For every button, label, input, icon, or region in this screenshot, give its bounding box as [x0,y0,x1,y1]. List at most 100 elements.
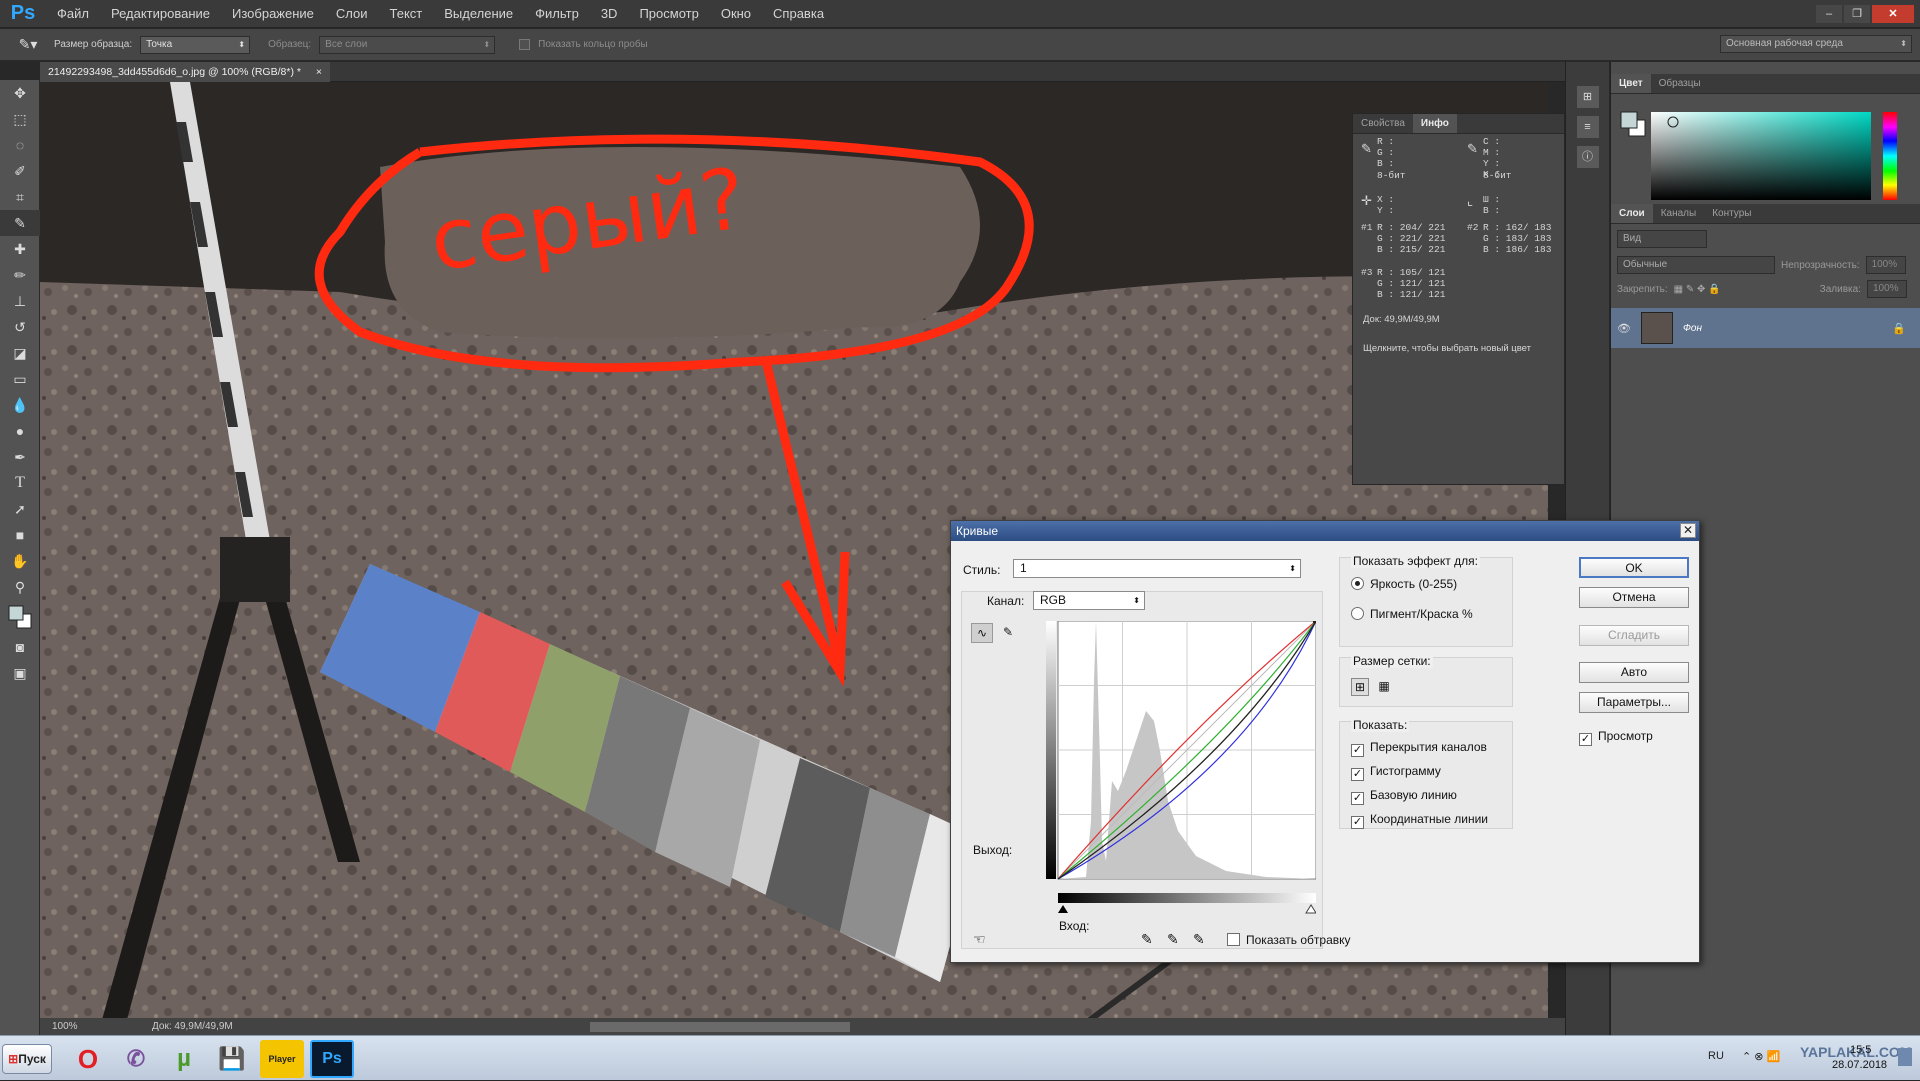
show-desktop-button[interactable] [1898,1048,1912,1066]
close-window-button[interactable]: ✕ [1872,4,1914,23]
layer-row-background[interactable]: 👁 Фон 🔒 [1611,308,1920,348]
black-point-slider[interactable] [1058,905,1068,913]
show-clipping-checkbox[interactable] [1227,933,1240,946]
preview-checkbox[interactable]: ✓ [1579,733,1592,746]
zoom-level[interactable]: 100% [52,1018,78,1036]
preview-option[interactable]: ✓ Просмотр [1579,729,1653,746]
language-indicator[interactable]: RU [1708,1050,1724,1062]
tab-info[interactable]: Инфо [1412,114,1457,133]
menu-filter[interactable]: Фильтр [524,6,590,21]
menu-help[interactable]: Справка [762,6,835,21]
pigment-option[interactable]: Пигмент/Краска % [1351,607,1473,621]
utorrent-icon[interactable]: µ [162,1040,206,1078]
gradient-tool-icon[interactable]: ▭ [0,366,40,392]
quick-select-tool-icon[interactable]: ✐ [0,158,40,184]
menu-file[interactable]: Файл [46,6,100,21]
tab-layers[interactable]: Слои [1611,204,1653,223]
intersection-option[interactable]: ✓ Координатные линии [1351,812,1488,829]
tab-properties[interactable]: Свойства [1353,114,1413,133]
marquee-tool-icon[interactable]: ⬚ [0,106,40,132]
white-point-slider[interactable] [1305,904,1316,914]
brush-tool-icon[interactable]: ✏ [0,262,40,288]
menu-3d[interactable]: 3D [590,6,629,21]
stamp-tool-icon[interactable]: ⊥ [0,288,40,314]
black-eyedropper-icon[interactable]: ✎ [1141,931,1153,948]
color-picker[interactable] [1611,94,1920,204]
channel-overlays-checkbox[interactable]: ✓ [1351,744,1364,757]
intersection-checkbox[interactable]: ✓ [1351,816,1364,829]
curves-graph[interactable] [1046,621,1316,883]
viber-icon[interactable]: ✆ [114,1040,158,1078]
light-radio[interactable] [1351,577,1364,590]
sample-layers-select[interactable]: Все слои ⬍ [319,35,496,54]
menu-select[interactable]: Выделение [433,6,524,21]
targeted-adjust-icon[interactable]: ☜ [973,931,986,948]
histogram-option[interactable]: ✓ Гистограмму [1351,764,1441,781]
dialog-close-button[interactable]: ✕ [1680,523,1696,538]
channel-overlays-option[interactable]: ✓ Перекрытия каналов [1351,740,1487,757]
shape-tool-icon[interactable]: ■ [0,522,40,548]
white-eyedropper-icon[interactable]: ✎ [1193,931,1205,948]
history-icon[interactable]: ⊞ [1576,86,1599,108]
restore-button[interactable]: ❐ [1844,4,1870,23]
menu-layers[interactable]: Слои [325,6,379,21]
menu-window[interactable]: Окно [710,6,762,21]
menu-edit[interactable]: Редактирование [100,6,221,21]
baseline-option[interactable]: ✓ Базовую линию [1351,788,1457,805]
tab-swatches[interactable]: Образцы [1651,74,1709,93]
opera-icon[interactable]: O [66,1040,110,1078]
tray-icons[interactable]: ⌃ ⊗ 📶 [1742,1050,1780,1063]
minimize-button[interactable]: – [1816,4,1842,23]
lock-icons[interactable]: ▦ ✎ ✥ 🔒 [1674,284,1784,295]
tab-channels[interactable]: Каналы [1653,204,1705,223]
screen-mode-icon[interactable]: ▣ [0,660,40,686]
move-tool-icon[interactable]: ✥ [0,80,40,106]
workspace-select[interactable]: Основная рабочая среда ⬍ [1720,35,1912,53]
gray-eyedropper-icon[interactable]: ✎ [1167,931,1179,948]
close-tab-icon[interactable]: × [316,66,322,78]
hand-tool-icon[interactable]: ✋ [0,548,40,574]
dodge-tool-icon[interactable]: ● [0,418,40,444]
blur-tool-icon[interactable]: 💧 [0,392,40,418]
tab-color[interactable]: Цвет [1611,74,1651,93]
eyedropper-icon[interactable]: ✎▾ [10,36,46,53]
cancel-button[interactable]: Отмена [1579,587,1689,608]
opacity-field[interactable]: 100% [1865,256,1906,274]
properties-icon[interactable]: ≡ [1576,116,1599,138]
lasso-tool-icon[interactable]: ◌ [0,132,40,158]
start-button[interactable]: ⊞Пуск [2,1044,52,1074]
history-brush-tool-icon[interactable]: ↺ [0,314,40,340]
eyedropper-tool-icon[interactable]: ✎ [0,210,40,236]
style-select[interactable]: 1 ⬍ [1013,559,1301,578]
crop-tool-icon[interactable]: ⌗ [0,184,40,210]
eraser-tool-icon[interactable]: ◪ [0,340,40,366]
simple-grid-icon[interactable]: ⊞ [1351,678,1369,696]
smooth-button[interactable]: Сгладить [1579,625,1689,646]
menu-image[interactable]: Изображение [221,6,325,21]
sample-size-select[interactable]: Точка ⬍ [140,35,251,54]
eye-icon[interactable]: 👁 [1617,322,1631,335]
ok-button[interactable]: OK [1579,557,1689,578]
pigment-radio[interactable] [1351,607,1364,620]
curve-point-icon[interactable]: ∿ [971,623,993,643]
menu-type[interactable]: Текст [379,6,434,21]
path-select-tool-icon[interactable]: ➚ [0,496,40,522]
color-swatches-icon[interactable] [0,600,40,634]
baseline-checkbox[interactable]: ✓ [1351,792,1364,805]
zoom-tool-icon[interactable]: ⚲ [0,574,40,600]
show-ring-checkbox[interactable] [519,39,531,50]
healing-brush-tool-icon[interactable]: ✚ [0,236,40,262]
pencil-draw-icon[interactable]: ✎ [997,623,1019,643]
blend-mode-select[interactable]: Обычные [1617,256,1775,274]
show-clipping-option[interactable]: Показать обтравку [1227,933,1351,947]
fill-field[interactable]: 100% [1866,280,1907,298]
info-icon[interactable]: ⓘ [1576,146,1599,168]
type-tool-icon[interactable]: T [0,470,40,496]
layer-kind-filter[interactable]: Вид [1617,230,1707,248]
quick-mask-icon[interactable]: ◙ [0,634,40,660]
light-option[interactable]: Яркость (0-255) [1351,577,1457,591]
tab-paths[interactable]: Контуры [1704,204,1759,223]
floppy-disk-icon[interactable]: 💾 [210,1040,254,1078]
options-button[interactable]: Параметры... [1579,692,1689,713]
horizontal-scrollbar[interactable] [590,1022,850,1032]
